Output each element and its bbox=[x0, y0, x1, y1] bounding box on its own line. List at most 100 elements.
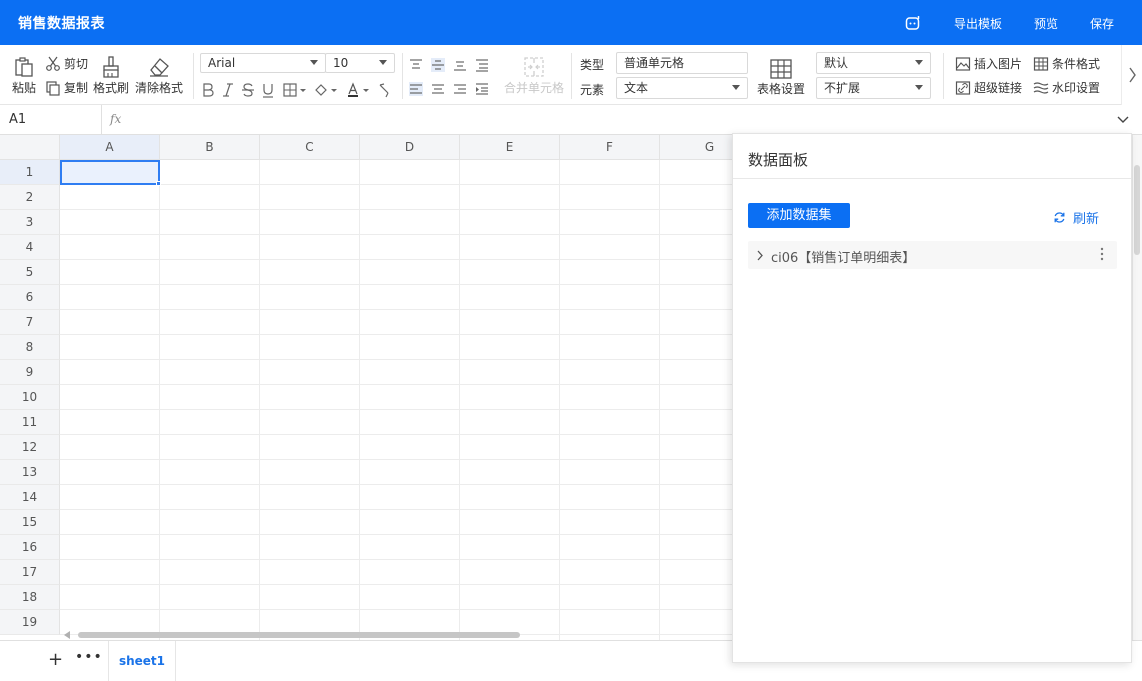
export-template-button[interactable]: 导出模板 bbox=[954, 15, 1002, 32]
align-bottom-icon[interactable] bbox=[453, 58, 467, 72]
merge-cells-button[interactable]: 合并单元格 bbox=[504, 55, 564, 96]
save-button[interactable]: 保存 bbox=[1090, 15, 1114, 32]
column-header[interactable]: D bbox=[360, 135, 460, 160]
toolbar-separator bbox=[943, 53, 944, 99]
row-header[interactable]: 12 bbox=[0, 435, 60, 460]
copy-button[interactable]: 复制 bbox=[45, 79, 88, 96]
row-header[interactable]: 11 bbox=[0, 410, 60, 435]
chevron-down-icon[interactable] bbox=[1117, 115, 1129, 125]
align-top-icon[interactable] bbox=[409, 58, 423, 72]
fill-handle[interactable] bbox=[156, 181, 161, 186]
toolbar-separator bbox=[193, 53, 194, 99]
fill-color-icon[interactable] bbox=[314, 82, 340, 98]
column-header[interactable]: F bbox=[560, 135, 660, 160]
grid-icon bbox=[1033, 56, 1049, 71]
merge-cells-icon bbox=[524, 57, 544, 77]
formula-input[interactable] bbox=[130, 105, 1110, 135]
paste-icon bbox=[15, 57, 33, 77]
indent-icon[interactable] bbox=[475, 82, 489, 96]
row-header[interactable]: 6 bbox=[0, 285, 60, 310]
row-header[interactable]: 2 bbox=[0, 185, 60, 210]
chevron-down-icon bbox=[379, 60, 387, 65]
horizontal-scrollbar[interactable] bbox=[78, 632, 520, 638]
font-family-select[interactable]: Arial bbox=[200, 53, 326, 73]
image-icon bbox=[955, 56, 971, 71]
wrap-text-icon[interactable] bbox=[475, 58, 489, 72]
clear-format-button[interactable]: 清除格式 bbox=[135, 55, 183, 96]
format-painter-button[interactable]: 格式刷 bbox=[93, 55, 129, 96]
toolbar-more-button[interactable] bbox=[1121, 45, 1142, 105]
table-icon bbox=[770, 59, 792, 79]
sheet-tab[interactable]: sheet1 bbox=[108, 641, 176, 681]
vertical-scrollbar-thumb[interactable] bbox=[1134, 165, 1140, 255]
row-header[interactable]: 13 bbox=[0, 460, 60, 485]
app-title: 销售数据报表 bbox=[18, 16, 105, 32]
chevron-right-icon[interactable] bbox=[756, 250, 764, 261]
paste-button[interactable]: 粘贴 bbox=[12, 55, 36, 96]
row-header[interactable]: 3 bbox=[0, 210, 60, 235]
add-dataset-button[interactable]: 添加数据集 bbox=[748, 203, 850, 228]
more-vertical-icon[interactable] bbox=[1099, 246, 1105, 262]
fx-icon: fx bbox=[110, 112, 122, 126]
cell-type-input[interactable]: 普通单元格 bbox=[616, 52, 748, 74]
default-select[interactable]: 默认 bbox=[816, 52, 931, 74]
preview-button[interactable]: 预览 bbox=[1034, 15, 1058, 32]
table-settings-button[interactable]: 表格设置 bbox=[757, 58, 805, 97]
cut-label: 剪切 bbox=[64, 57, 89, 71]
align-center-icon[interactable] bbox=[431, 82, 445, 96]
column-header[interactable]: C bbox=[260, 135, 360, 160]
align-right-icon[interactable] bbox=[453, 82, 467, 96]
column-header[interactable]: B bbox=[160, 135, 260, 160]
toolbar: 粘贴 剪切 复制 格式刷 清除格式 Arial 10 合并单元格 类型 普通单元… bbox=[0, 45, 1142, 105]
row-header[interactable]: 17 bbox=[0, 560, 60, 585]
sheet-more-button[interactable]: ••• bbox=[75, 649, 103, 665]
row-header[interactable]: 10 bbox=[0, 385, 60, 410]
row-header[interactable]: 15 bbox=[0, 510, 60, 535]
cell-reference-box[interactable]: A1 bbox=[0, 105, 102, 135]
watermark-button[interactable]: 水印设置 bbox=[1033, 79, 1100, 96]
insert-image-button[interactable]: 插入图片 bbox=[955, 55, 1022, 72]
align-middle-icon[interactable] bbox=[431, 58, 445, 72]
expand-select[interactable]: 不扩展 bbox=[816, 77, 931, 99]
bold-icon[interactable] bbox=[201, 82, 215, 98]
row-header[interactable]: 16 bbox=[0, 535, 60, 560]
strikethrough-icon[interactable] bbox=[241, 82, 255, 98]
column-header[interactable]: A bbox=[60, 135, 160, 160]
element-select[interactable]: 文本 bbox=[616, 77, 748, 99]
copy-icon bbox=[46, 80, 60, 96]
column-header[interactable]: E bbox=[460, 135, 560, 160]
italic-icon[interactable] bbox=[221, 82, 235, 98]
cell-type-value: 普通单元格 bbox=[624, 56, 685, 70]
conditional-format-button[interactable]: 条件格式 bbox=[1033, 55, 1100, 72]
cut-button[interactable]: 剪切 bbox=[45, 55, 88, 72]
add-sheet-button[interactable]: + bbox=[48, 651, 63, 669]
font-size-value: 10 bbox=[333, 56, 349, 70]
underline-icon[interactable] bbox=[261, 82, 275, 98]
grid-column-line bbox=[559, 160, 560, 640]
vertical-scrollbar[interactable] bbox=[1132, 135, 1142, 640]
select-all-corner[interactable] bbox=[0, 135, 60, 160]
row-header[interactable]: 5 bbox=[0, 260, 60, 285]
dataset-label: ci06【销售订单明细表】 bbox=[771, 251, 916, 266]
row-header[interactable]: 4 bbox=[0, 235, 60, 260]
hyperlink-button[interactable]: 超级链接 bbox=[955, 79, 1022, 96]
row-header[interactable]: 7 bbox=[0, 310, 60, 335]
hyperlink-label: 超级链接 bbox=[974, 81, 1023, 95]
row-header[interactable]: 9 bbox=[0, 360, 60, 385]
row-header[interactable]: 1 bbox=[0, 160, 60, 185]
selected-cell[interactable] bbox=[60, 160, 160, 185]
row-header[interactable]: 14 bbox=[0, 485, 60, 510]
scroll-left-arrow[interactable] bbox=[64, 631, 70, 639]
refresh-button[interactable]: 刷新 bbox=[1053, 208, 1099, 227]
row-header[interactable]: 8 bbox=[0, 335, 60, 360]
font-size-select[interactable]: 10 bbox=[325, 53, 395, 73]
row-header[interactable]: 18 bbox=[0, 585, 60, 610]
dataset-item[interactable]: ci06【销售订单明细表】 bbox=[748, 241, 1117, 269]
align-left-icon[interactable] bbox=[409, 82, 423, 96]
toolbar-separator bbox=[571, 53, 572, 99]
row-header[interactable]: 19 bbox=[0, 610, 60, 635]
border-icon[interactable] bbox=[283, 82, 309, 98]
clear-style-icon[interactable] bbox=[377, 82, 391, 98]
robot-icon[interactable] bbox=[904, 14, 922, 32]
font-color-icon[interactable] bbox=[346, 82, 372, 98]
